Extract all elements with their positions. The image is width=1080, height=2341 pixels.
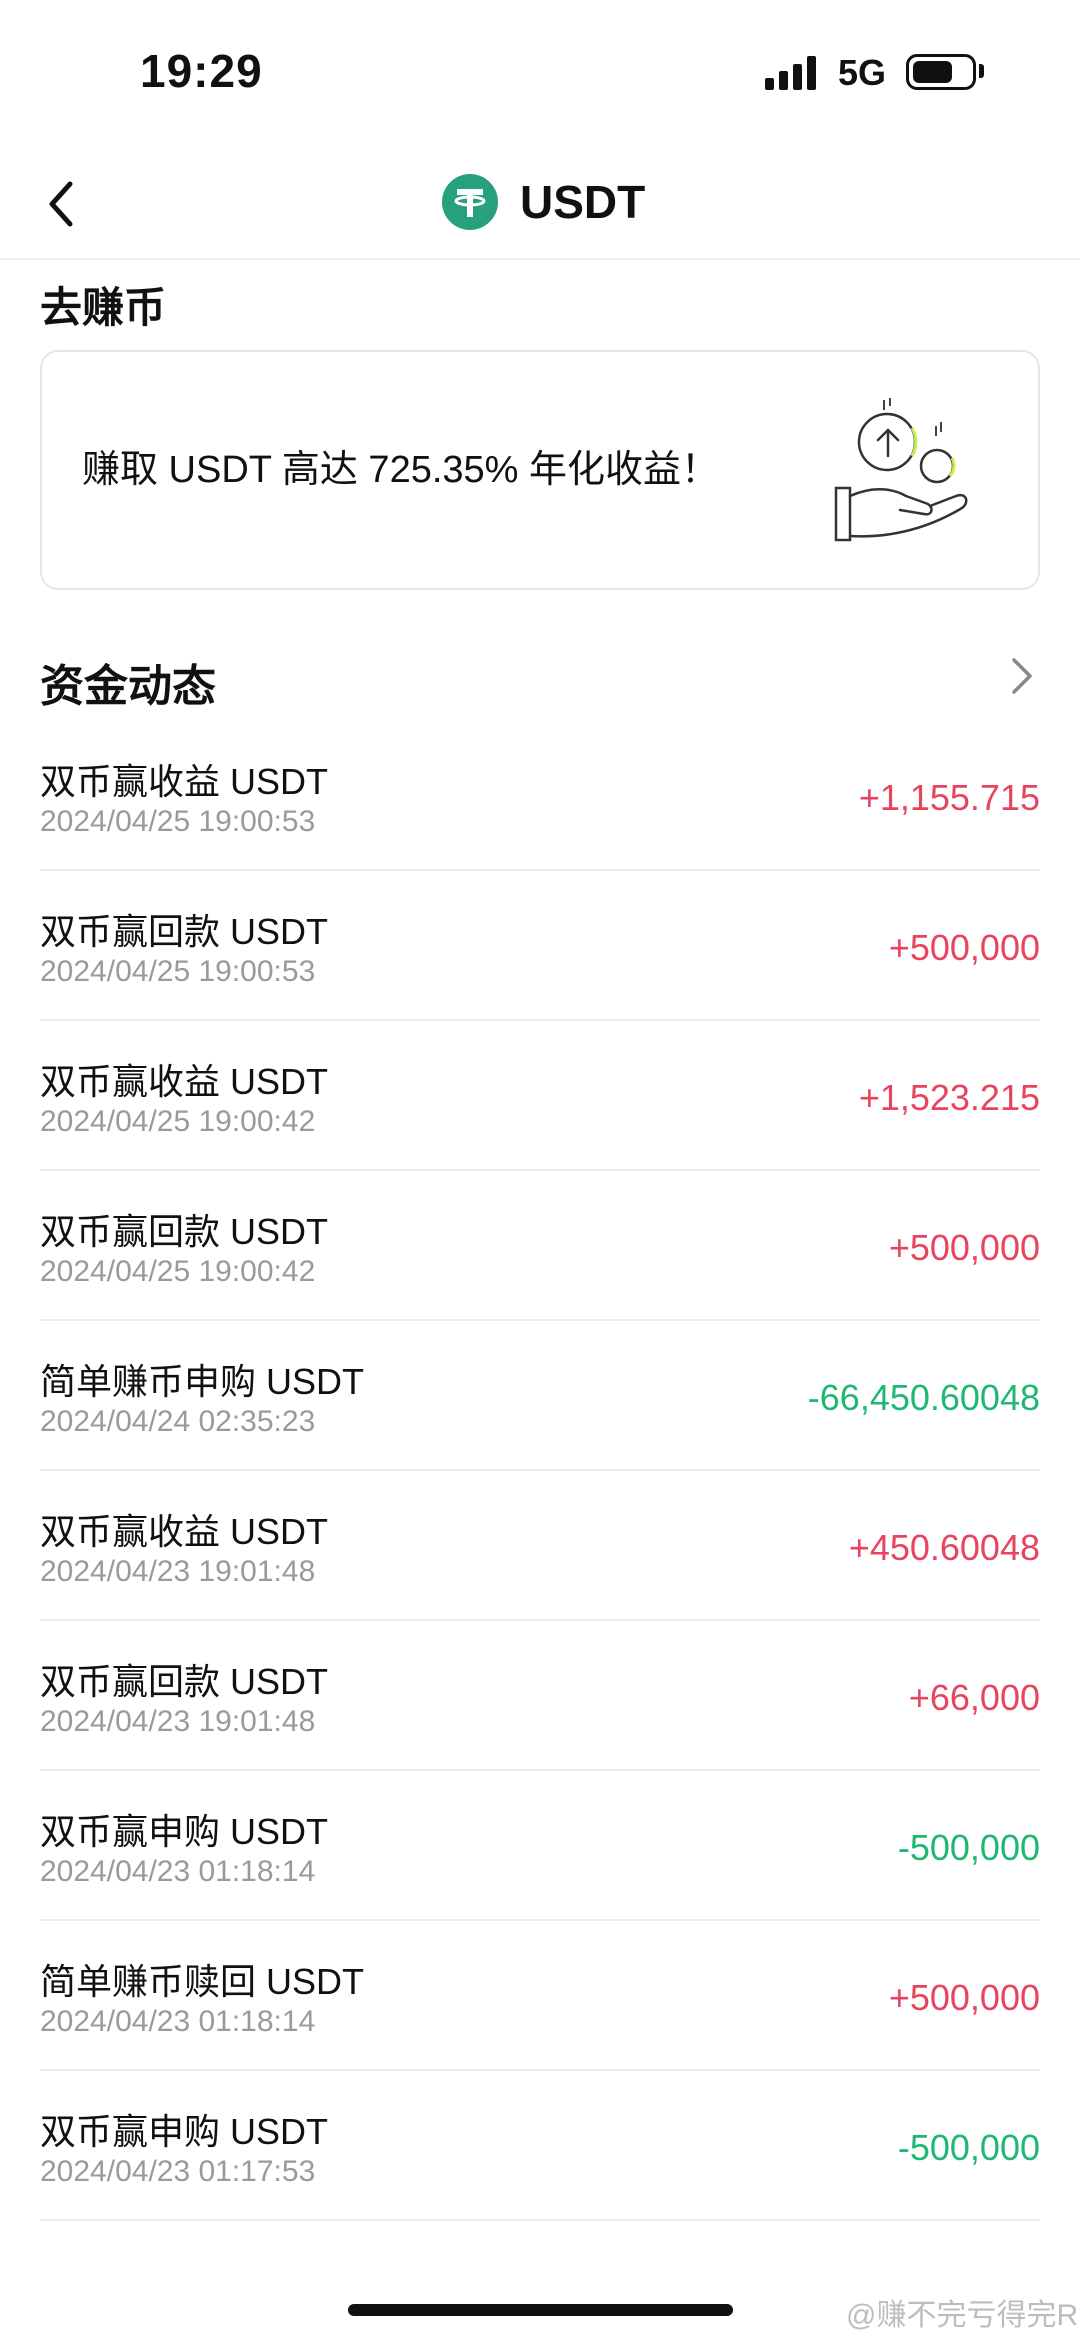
transaction-row[interactable]: 双币赢回款 USDT 2024/04/23 19:01:48 +66,000 <box>40 1623 1040 1771</box>
transaction-time: 2024/04/24 02:35:23 <box>40 1405 316 1438</box>
transaction-title: 双币赢收益 USDT <box>40 1511 329 1552</box>
funds-activity-title: 资金动态 <box>40 662 216 711</box>
earn-promo-text: 赚取 USDT 高达 725.35% 年化收益！ <box>82 449 720 491</box>
transaction-title: 双币赢申购 USDT <box>40 1811 329 1852</box>
transaction-title: 双币赢回款 USDT <box>40 1211 329 1252</box>
chevron-left-icon <box>49 181 73 227</box>
battery-icon <box>906 54 976 90</box>
transaction-time: 2024/04/25 19:00:53 <box>40 955 316 988</box>
transaction-row[interactable]: 双币赢收益 USDT 2024/04/25 19:00:53 +1,155.715 <box>40 723 1040 871</box>
status-bar: 19:29 5G <box>0 0 1080 140</box>
funds-activity-header[interactable]: 资金动态 <box>0 638 1080 718</box>
network-type: 5G <box>838 52 887 93</box>
transaction-amount: +500,000 <box>888 1227 1040 1268</box>
transaction-amount: +1,155.715 <box>858 777 1040 818</box>
transaction-time: 2024/04/25 19:00:42 <box>40 1255 316 1288</box>
transaction-list: 双币赢收益 USDT 2024/04/25 19:00:53 +1,155.715 双… <box>40 723 1040 2223</box>
transaction-time: 2024/04/25 19:00:53 <box>40 805 316 838</box>
transaction-amount: +450.60048 <box>848 1527 1040 1568</box>
earn-promo-card[interactable]: 赚取 USDT 高达 725.35% 年化收益！ <box>40 350 1040 590</box>
signal-strength-icon <box>765 56 816 90</box>
transaction-amount: -66,450.60048 <box>807 1377 1040 1418</box>
page-title: USDT <box>520 176 646 228</box>
transaction-amount: -500,000 <box>897 2127 1040 2168</box>
battery-tip <box>979 64 984 78</box>
transaction-title: 双币赢申购 USDT <box>40 2111 329 2152</box>
transaction-time: 2024/04/23 19:01:48 <box>40 1705 316 1738</box>
home-indicator <box>348 2304 733 2316</box>
transaction-amount: +66,000 <box>908 1677 1040 1718</box>
transaction-row[interactable]: 简单赚币申购 USDT 2024/04/24 02:35:23 -66,450.60… <box>40 1323 1040 1471</box>
transaction-row[interactable]: 双币赢回款 USDT 2024/04/25 19:00:53 +500,000 <box>40 873 1040 1021</box>
watermark: @赚不完亏得完R <box>846 2299 1079 2332</box>
coins-in-hand-icon <box>834 398 968 542</box>
earn-section-title: 去赚币 <box>40 284 167 331</box>
transaction-title: 简单赚币赎回 USDT <box>40 1961 365 2002</box>
transaction-time: 2024/04/23 01:18:14 <box>40 2005 316 2038</box>
transaction-row[interactable]: 简单赚币赎回 USDT 2024/04/23 01:18:14 +500,000 <box>40 1923 1040 2071</box>
transaction-amount: +500,000 <box>888 927 1040 968</box>
transaction-time: 2024/04/23 19:01:48 <box>40 1555 316 1588</box>
chevron-right-icon <box>1012 658 1032 694</box>
transaction-row[interactable]: 双币赢申购 USDT 2024/04/23 01:17:53 -500,000 <box>40 2073 1040 2221</box>
transaction-row[interactable]: 双币赢收益 USDT 2024/04/23 19:01:48 +450.60048 <box>40 1473 1040 1621</box>
transaction-row[interactable]: 双币赢收益 USDT 2024/04/25 19:00:42 +1,523.215 <box>40 1023 1040 1171</box>
transaction-amount: -500,000 <box>897 1827 1040 1868</box>
transaction-time: 2024/04/25 19:00:42 <box>40 1105 316 1138</box>
transaction-title: 双币赢回款 USDT <box>40 1661 329 1702</box>
transaction-title: 简单赚币申购 USDT <box>40 1361 365 1402</box>
transaction-title: 双币赢收益 USDT <box>40 1061 329 1102</box>
back-button[interactable] <box>32 172 96 236</box>
transaction-title: 双币赢收益 USDT <box>40 761 329 802</box>
transaction-time: 2024/04/23 01:17:53 <box>40 2155 316 2188</box>
transaction-time: 2024/04/23 01:18:14 <box>40 1855 316 1888</box>
transaction-row[interactable]: 双币赢申购 USDT 2024/04/23 01:18:14 -500,000 <box>40 1773 1040 1921</box>
transaction-title: 双币赢回款 USDT <box>40 911 329 952</box>
nav-bar: USDT <box>0 150 1080 260</box>
transaction-amount: +1,523.215 <box>858 1077 1040 1118</box>
transaction-amount: +500,000 <box>888 1977 1040 2018</box>
tether-logo-icon <box>442 174 498 230</box>
transaction-row[interactable]: 双币赢回款 USDT 2024/04/25 19:00:42 +500,000 <box>40 1173 1040 1321</box>
status-time: 19:29 <box>140 45 263 97</box>
